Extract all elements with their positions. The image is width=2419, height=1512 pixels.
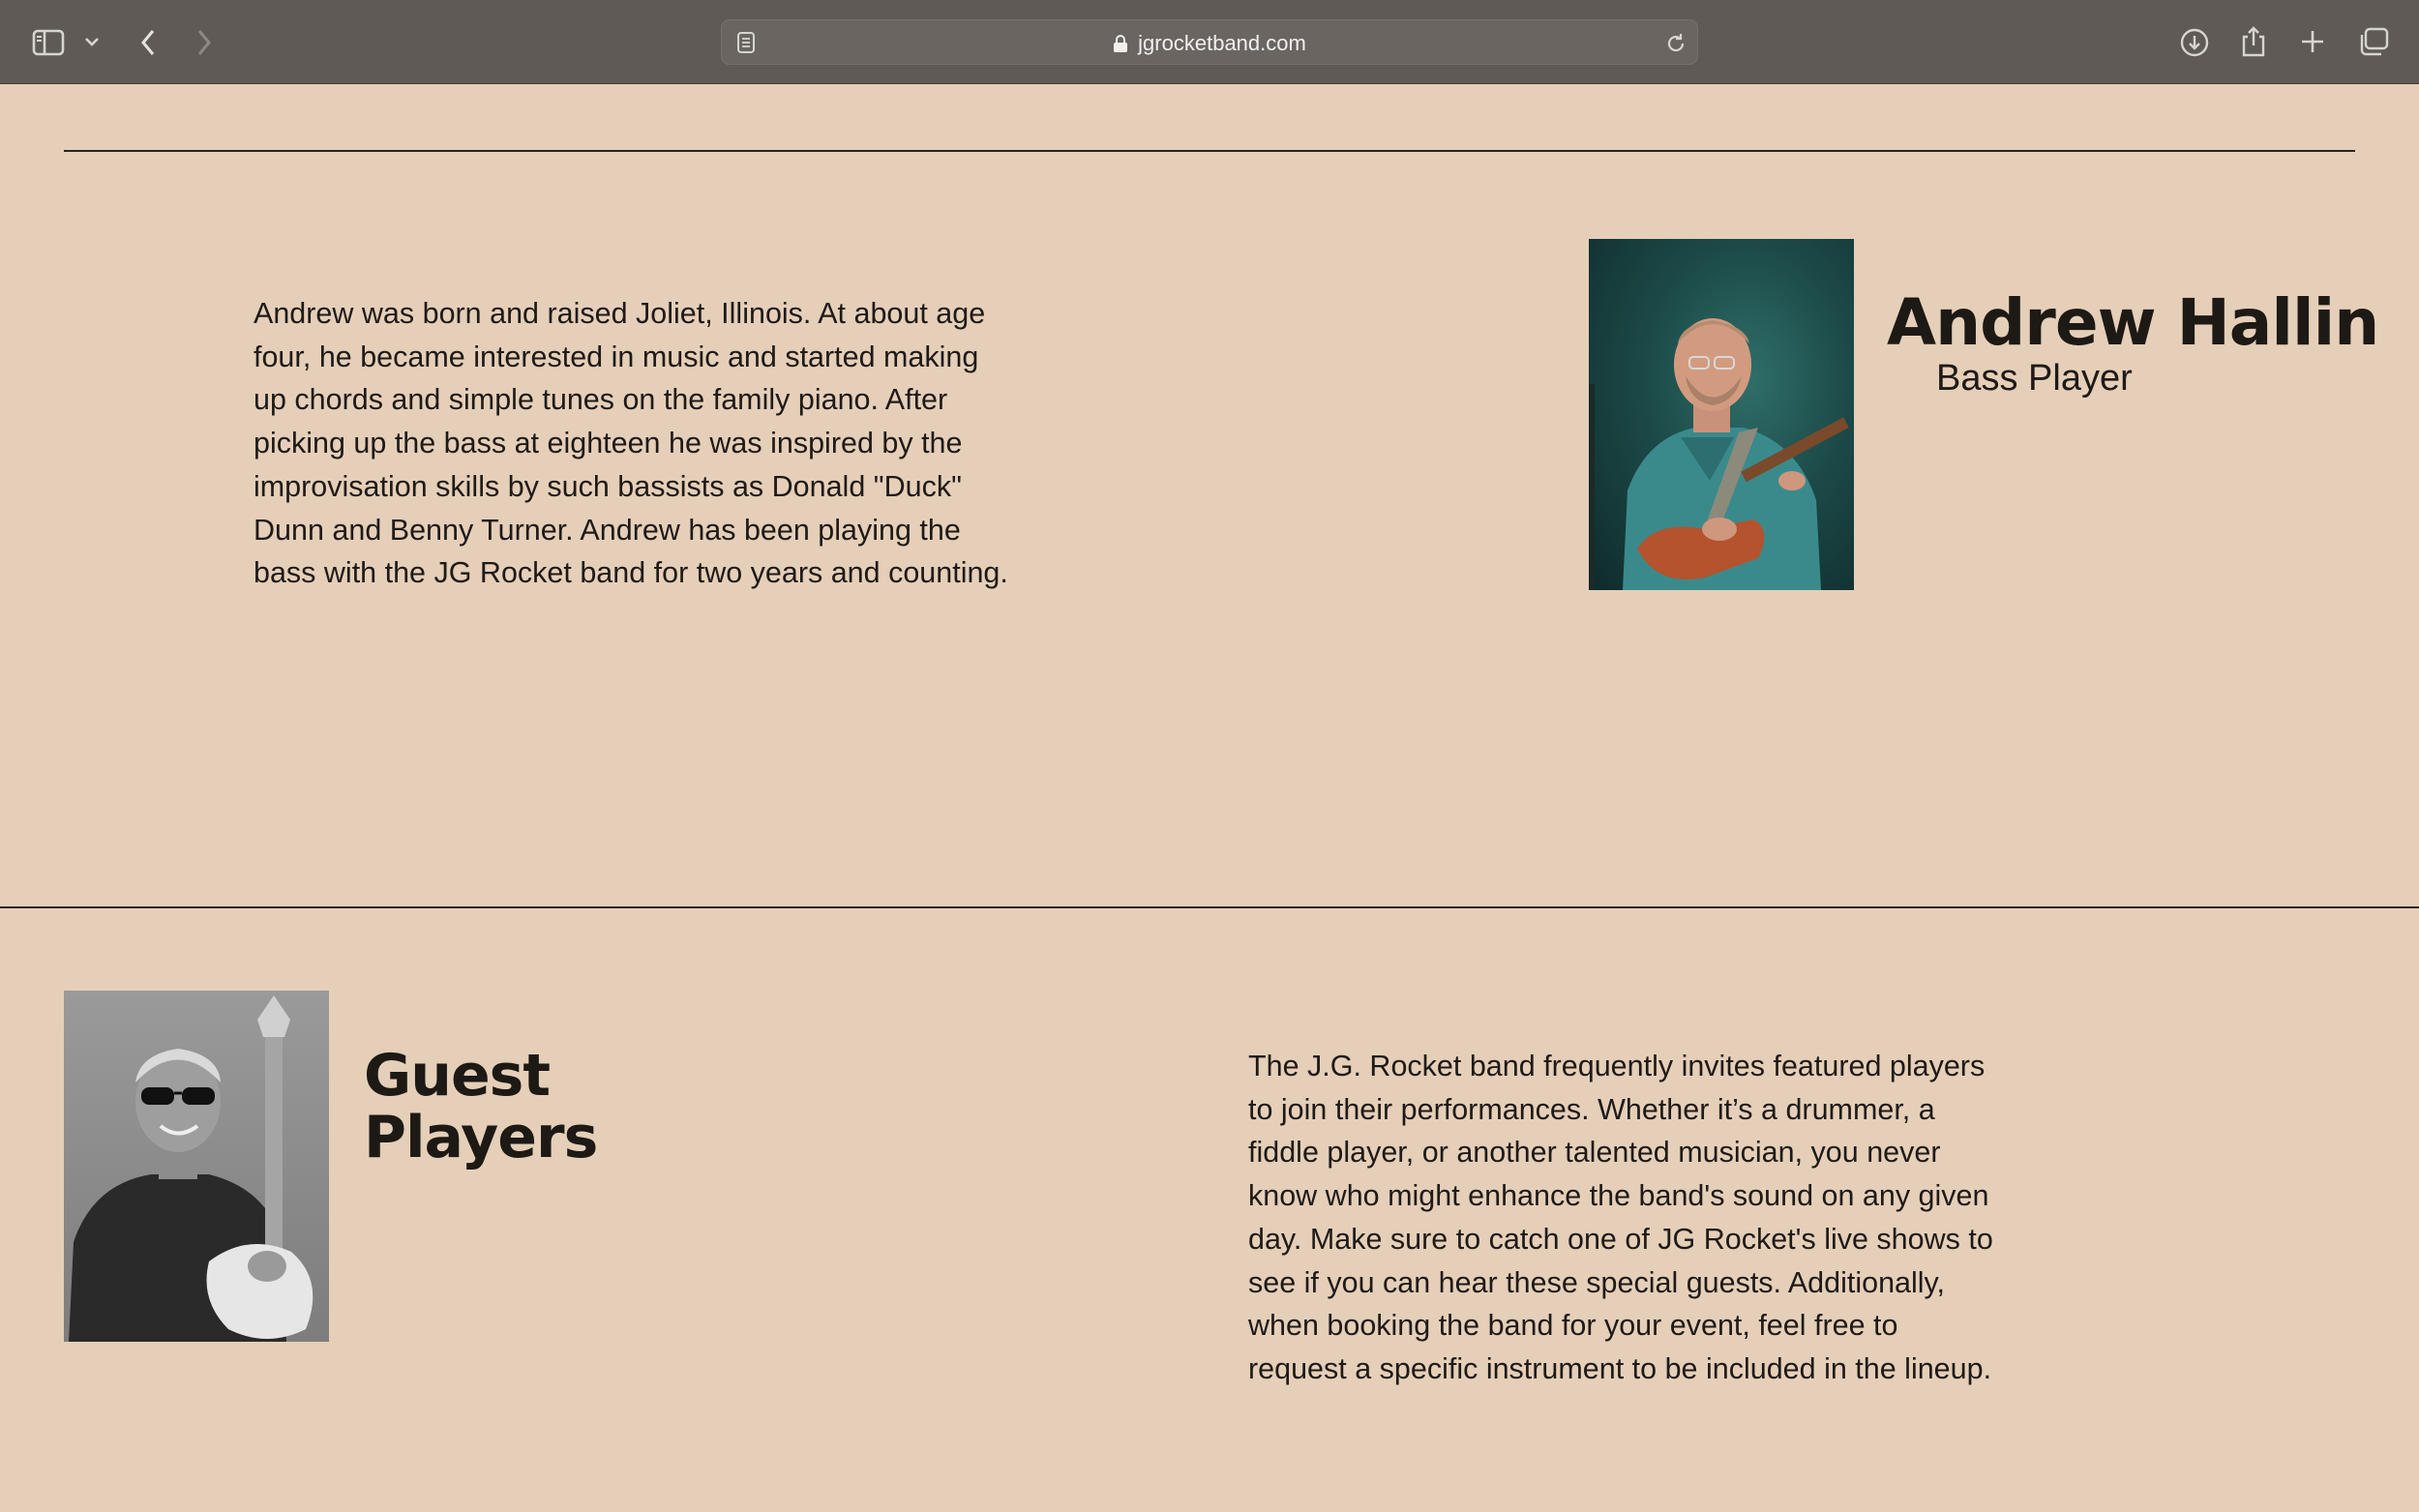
section-divider-middle	[0, 906, 2419, 908]
download-icon[interactable]	[2177, 25, 2212, 60]
member-bio: Andrew was born and raised Joliet, Illin…	[254, 297, 1008, 590]
chevron-down-icon[interactable]	[81, 31, 103, 52]
url-text: jgrocketband.com	[1138, 30, 1306, 55]
reload-icon[interactable]	[1662, 30, 1689, 57]
share-icon[interactable]	[2237, 23, 2270, 60]
guest-description: The J.G. Rocket band frequently invites …	[1248, 1050, 1993, 1385]
member-photo	[1589, 239, 1854, 590]
tabs-overview-icon[interactable]	[2356, 25, 2391, 58]
lock-icon	[1113, 34, 1128, 53]
address-bar[interactable]: jgrocketband.com	[721, 19, 1698, 65]
member-name: Andrew Hallin	[1887, 285, 2379, 360]
guest-section-title: Guest Players	[364, 1042, 598, 1171]
guest-photo	[64, 991, 329, 1342]
back-arrow-icon[interactable]	[134, 25, 163, 60]
member-role: Bass Player	[1936, 358, 2133, 399]
section-divider-top	[64, 150, 2355, 152]
browser-toolbar: jgrocketband.com	[0, 0, 2419, 84]
plus-icon[interactable]	[2297, 26, 2328, 57]
forward-arrow-icon[interactable]	[190, 25, 219, 60]
url-display[interactable]: jgrocketband.com	[722, 20, 1697, 66]
sidebar-icon[interactable]	[29, 25, 68, 60]
